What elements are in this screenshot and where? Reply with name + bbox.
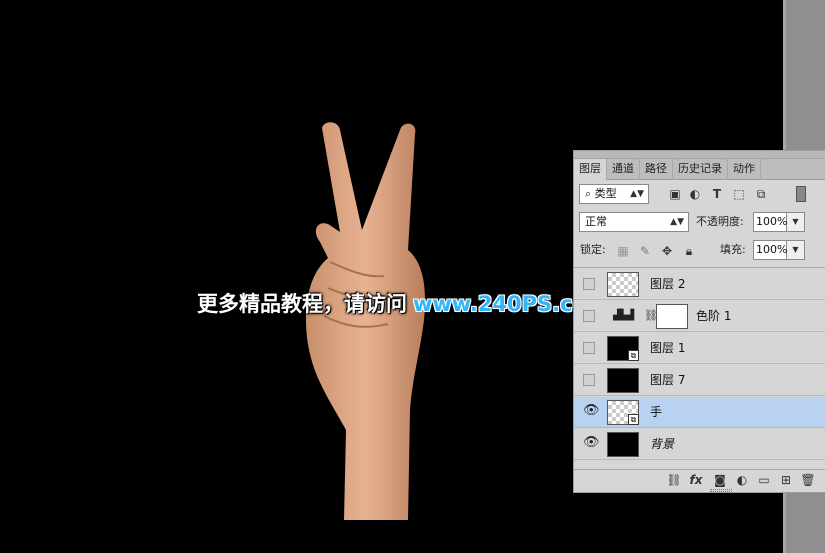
chevron-down-icon[interactable]: ▼ — [787, 212, 805, 232]
adjustment-filter-icon[interactable]: ◐ — [688, 187, 702, 201]
lock-brush-icon[interactable]: ✎ — [638, 244, 652, 258]
filter-kind-select[interactable]: ⌕ 类型 ▲▼ — [579, 184, 649, 204]
opacity-label: 不透明度: — [696, 215, 744, 228]
smart-object-icon: ⧉ — [628, 350, 639, 361]
visibility-toggle[interactable] — [583, 342, 595, 354]
visibility-toggle[interactable] — [583, 374, 595, 386]
lock-all-icon[interactable]: 🔒︎ — [682, 244, 696, 258]
lock-position-icon[interactable]: ✥ — [660, 244, 674, 258]
add-mask-icon[interactable]: ◙ — [712, 472, 728, 488]
lock-row: 锁定: ▦ ✎ ✥ 🔒︎ 填充: 100% ▼ — [574, 239, 825, 263]
link-layers-icon[interactable]: ⛓ — [666, 472, 682, 488]
watermark-text: 更多精品教程，请访问 — [197, 292, 407, 316]
shape-filter-icon[interactable]: ⬚ — [732, 187, 746, 201]
updown-icon: ▲▼ — [630, 189, 644, 199]
blend-row: 正常 ▲▼ 不透明度: 100% ▼ — [574, 210, 825, 236]
search-icon: ⌕ — [585, 187, 595, 200]
smart-object-icon: ⧉ — [628, 414, 639, 425]
visibility-toggle[interactable] — [583, 310, 595, 322]
resize-grip[interactable] — [710, 489, 732, 492]
new-layer-icon[interactable]: ⊞ — [778, 472, 794, 488]
tab-history[interactable]: 历史记录 — [673, 159, 728, 180]
image-filter-icon[interactable]: ▣ — [668, 187, 682, 201]
tab-channels[interactable]: 通道 — [607, 159, 640, 180]
layer-thumbnail: ⧉ — [607, 400, 639, 425]
layer-thumbnail — [607, 432, 639, 457]
layer-row-partial[interactable] — [574, 267, 825, 268]
tab-layers[interactable]: 图层 — [574, 159, 607, 181]
fx-icon[interactable]: fx — [688, 472, 704, 488]
tab-paths[interactable]: 路径 — [640, 159, 673, 180]
updown-icon: ▲▼ — [670, 217, 684, 227]
panel-footer: ⛓ fx ◙ ◐ ▭ ⊞ 🗑︎ — [574, 469, 825, 489]
new-group-icon[interactable]: ▭ — [756, 472, 772, 488]
hand-image — [306, 122, 426, 520]
layer-thumbnail: ⧉ — [607, 336, 639, 361]
layer-thumbnail — [607, 368, 639, 393]
layer-row[interactable]: ⧉ 图层 1 — [574, 333, 825, 364]
new-adjustment-icon[interactable]: ◐ — [734, 472, 750, 488]
layer-name: 手 — [650, 405, 663, 419]
panel-tabs: 图层 通道 路径 历史记录 动作 — [574, 159, 825, 181]
layers-list: 图层 2 ▟▙▟ ⛓ 色阶 1 ⧉ 图层 1 图层 7 👁︎ ⧉ 手 👁︎ 背景 — [574, 267, 825, 468]
lock-transparency-icon[interactable]: ▦ — [616, 244, 630, 258]
layer-name: 色阶 1 — [696, 309, 732, 323]
layers-panel: 图层 通道 路径 历史记录 动作 ⌕ 类型 ▲▼ ▣ ◐ T ⬚ ⧉ 正常 ▲▼ 不… — [573, 150, 825, 493]
layer-row[interactable]: 图层 7 — [574, 365, 825, 396]
panel-title-bar[interactable] — [574, 151, 825, 159]
watermark: 更多精品教程，请访问 www.240PS.com — [197, 288, 609, 320]
trash-icon[interactable]: 🗑︎ — [800, 472, 816, 488]
layer-mask-thumbnail — [656, 304, 688, 329]
type-filter-icon[interactable]: T — [710, 187, 724, 201]
chevron-down-icon[interactable]: ▼ — [787, 240, 805, 260]
layer-row-selected[interactable]: 👁︎ ⧉ 手 — [574, 397, 825, 428]
layer-name: 背景 — [650, 437, 675, 451]
smart-object-filter-icon[interactable]: ⧉ — [754, 187, 768, 201]
layer-name: 图层 7 — [650, 373, 686, 387]
eye-icon[interactable]: 👁︎ — [583, 436, 600, 450]
eye-icon[interactable]: 👁︎ — [583, 404, 600, 418]
layer-row[interactable]: ▟▙▟ ⛓ 色阶 1 — [574, 301, 825, 332]
levels-icon: ▟▙▟ — [613, 310, 634, 321]
tab-actions[interactable]: 动作 — [728, 159, 761, 180]
filter-row: ⌕ 类型 ▲▼ ▣ ◐ T ⬚ ⧉ — [574, 182, 825, 208]
lock-label: 锁定: — [580, 243, 606, 256]
blend-mode-select[interactable]: 正常 ▲▼ — [579, 212, 689, 232]
layer-row[interactable]: 👁︎ 背景 — [574, 429, 825, 460]
fill-label: 填充: — [720, 243, 746, 256]
fill-input[interactable]: 100% — [753, 240, 787, 260]
opacity-input[interactable]: 100% — [753, 212, 787, 232]
layer-thumbnail — [607, 272, 639, 297]
layer-name: 图层 2 — [650, 277, 686, 291]
filter-toggle-icon[interactable] — [796, 186, 806, 202]
visibility-toggle[interactable] — [583, 278, 595, 290]
layer-name: 图层 1 — [650, 341, 686, 355]
layer-row[interactable]: 图层 2 — [574, 269, 825, 300]
